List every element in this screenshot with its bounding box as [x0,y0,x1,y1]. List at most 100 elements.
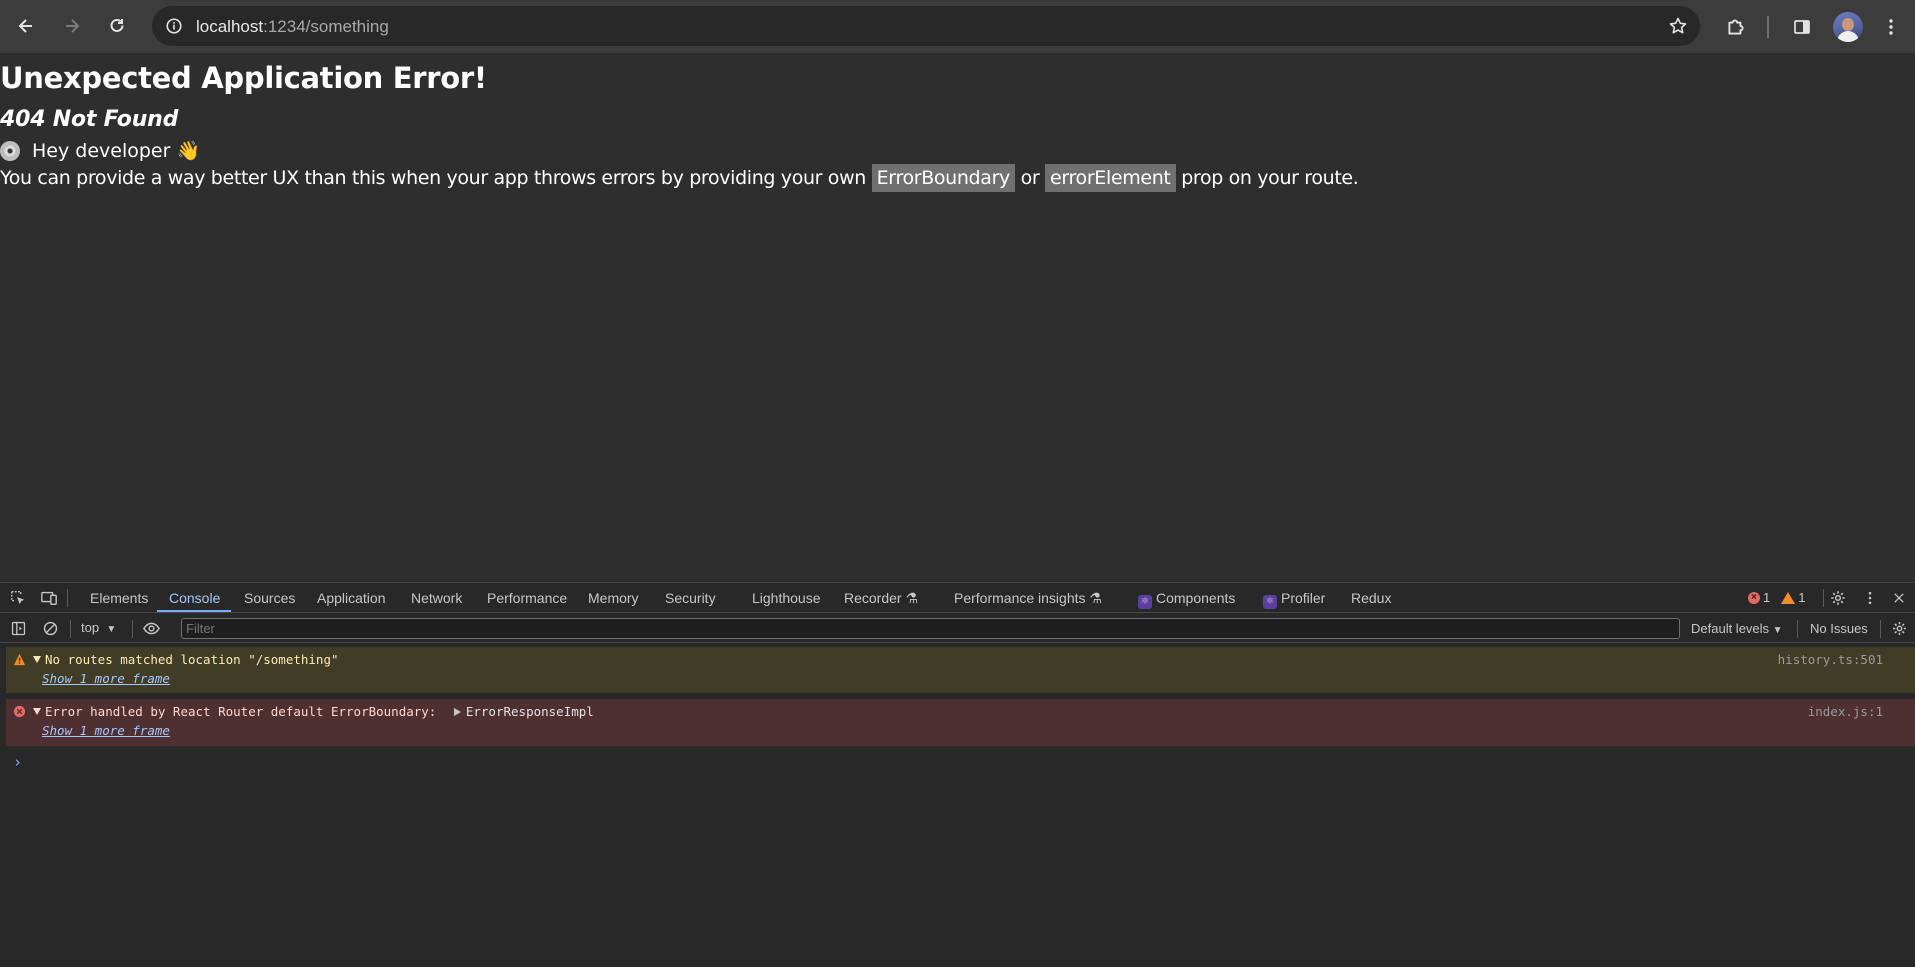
error-message: Error handled by React Router default Er… [45,704,444,719]
show-more-frames-link[interactable]: Show 1 more frame [42,723,170,738]
tab-performance[interactable]: Performance [487,590,567,606]
dropdown-arrow-icon: ▼ [1772,625,1783,636]
warning-icon [13,653,26,669]
devtools-tabbar: Elements Console Sources Application Net… [0,583,1915,613]
browser-menu-button[interactable] [1877,11,1905,43]
toolbar-divider [1880,620,1881,638]
context-value: top [81,620,100,635]
issues-button[interactable]: No Issues [1810,621,1868,636]
code-error-boundary: ErrorBoundary [871,164,1015,192]
source-link[interactable]: history.ts:501 [1778,652,1883,667]
sidebar-toggle-icon[interactable] [8,618,28,638]
back-button[interactable] [10,10,42,42]
console-prompt[interactable]: › [13,753,22,771]
clear-console-icon[interactable] [40,618,60,638]
page-content: Unexpected Application Error! 404 Not Fo… [0,55,1915,581]
context-selector[interactable]: top ▼ [81,620,116,635]
flask-icon: ⚗ [1089,590,1102,606]
source-link[interactable]: index.js:1 [1808,704,1883,719]
console-message-warning[interactable]: No routes matched location "/something" … [6,647,1915,693]
tab-elements[interactable]: Elements [90,590,148,606]
warning-count: 1 [1798,590,1806,605]
tab-components-label: Components [1156,590,1236,606]
expand-triangle-icon [33,708,41,715]
toolbar-divider [70,620,71,638]
expand-object-triangle-icon[interactable] [453,708,461,716]
tab-recorder[interactable]: Recorder ⚗ [844,590,918,607]
log-levels-label: Default levels [1691,621,1770,636]
profile-avatar[interactable] [1833,12,1863,42]
error-count: 1 [1763,590,1771,605]
tab-divider [67,589,68,607]
hint-text-3: prop on your route. [1175,167,1359,189]
warning-count-icon [1781,591,1796,604]
console-settings-gear-icon[interactable] [1889,618,1909,638]
disc-icon [0,140,20,161]
tab-memory[interactable]: Memory [588,590,639,606]
tab-performance-insights[interactable]: Performance insights ⚗ [954,590,1102,607]
arrow-right-icon [66,19,80,33]
reload-button[interactable] [101,10,133,42]
hint-text-2: or [1014,167,1046,189]
bookmark-star-icon[interactable] [1666,14,1690,38]
tab-console[interactable]: Console [169,590,220,606]
error-count-icon: × [1748,591,1760,604]
url-text[interactable]: localhost:1234/something [196,17,389,37]
live-expression-eye-icon[interactable] [141,618,161,638]
toolbar-divider [132,620,133,638]
error-text[interactable]: Error handled by React Router default Er… [33,704,594,719]
site-info-icon[interactable] [162,14,186,38]
tab-components[interactable]: ⚛ Components [1138,590,1235,609]
kebab-menu-icon [1889,19,1893,35]
settings-gear-icon[interactable] [1828,588,1848,608]
flask-icon: ⚗ [905,590,919,606]
developer-hint: You can provide a way better UX than thi… [0,164,1359,192]
device-toolbar-icon[interactable] [39,588,59,608]
show-more-frames-link[interactable]: Show 1 more frame [42,671,170,686]
tab-redux[interactable]: Redux [1351,590,1391,606]
tab-application[interactable]: Application [317,590,386,606]
console-message-error[interactable]: Error handled by React Router default Er… [6,699,1915,746]
side-panel-button[interactable] [1786,11,1818,43]
url-host: localhost [196,17,264,36]
log-levels-dropdown[interactable]: Default levels ▼ [1691,621,1783,636]
arrow-left-icon [18,19,32,33]
tab-recorder-label: Recorder [844,590,902,606]
error-title: Unexpected Application Error! [0,61,487,95]
warning-message: No routes matched location "/something" [45,652,339,667]
forward-button[interactable] [56,10,88,42]
tab-divider [1823,589,1824,607]
address-bar[interactable]: localhost:1234/something [152,6,1700,46]
code-error-element: errorElement [1045,164,1176,192]
tab-profiler[interactable]: ⚛ Profiler [1263,590,1325,609]
tab-lighthouse[interactable]: Lighthouse [752,590,821,606]
tab-network[interactable]: Network [411,590,462,606]
tab-security[interactable]: Security [665,590,716,606]
error-status: 404 Not Found [0,107,179,132]
tab-profiler-label: Profiler [1281,590,1326,606]
side-panel-icon [1794,20,1810,34]
close-icon[interactable] [1889,588,1909,608]
active-tab-indicator [157,610,231,612]
warning-text[interactable]: No routes matched location "/something" [33,652,339,667]
issue-counts[interactable]: × 1 1 [1748,590,1805,605]
react-icon: ⚛ [1263,595,1277,609]
expand-triangle-icon [33,656,41,663]
devtools-panel: Elements Console Sources Application Net… [0,582,1915,967]
error-object[interactable]: ErrorResponseImpl [466,704,594,719]
filter-input[interactable] [181,618,1680,639]
hint-text-1: You can provide a way better UX than thi… [0,167,872,189]
extensions-button[interactable] [1720,11,1752,43]
dropdown-arrow-icon: ▼ [106,624,117,635]
console-toolbar: top ▼ Default levels ▼ No Issues [0,614,1915,643]
toolbar-divider [1767,16,1769,38]
url-path: :1234/something [263,17,389,36]
inspect-element-icon[interactable] [8,588,28,608]
devtools-menu-icon[interactable] [1860,588,1880,608]
tab-performance-insights-label: Performance insights [954,590,1086,606]
tab-sources[interactable]: Sources [244,590,295,606]
error-icon [13,705,26,721]
puzzle-icon [1728,19,1744,35]
reload-icon [110,18,124,32]
toolbar-divider [1797,620,1798,638]
